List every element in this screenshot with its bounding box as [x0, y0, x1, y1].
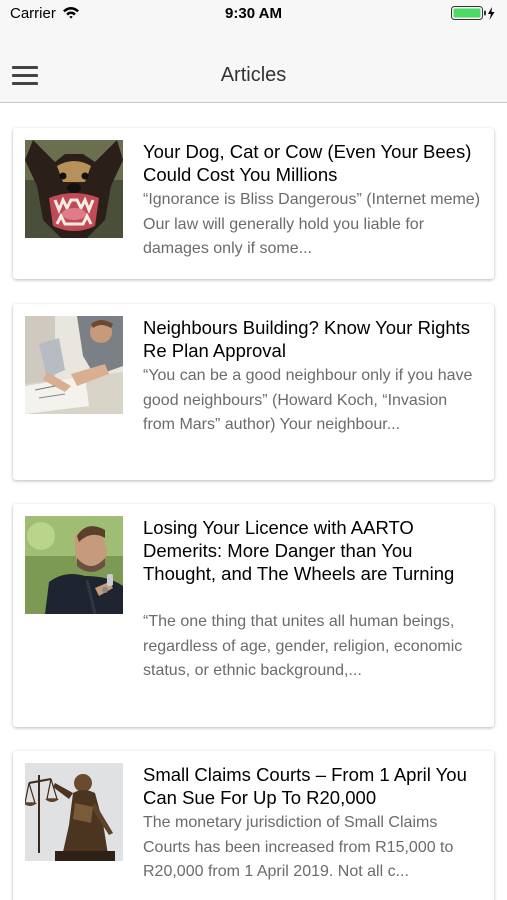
nav-bar: Articles: [0, 26, 507, 103]
article-excerpt: “You can be a good neighbour only if you…: [143, 367, 473, 433]
articles-list[interactable]: Your Dog, Cat or Cow (Even Your Bees) Co…: [0, 103, 507, 900]
article-thumbnail-man-holding-car-keys: [25, 516, 123, 614]
article-card[interactable]: Losing Your Licence with AARTO Demerits:…: [13, 504, 494, 727]
article-thumbnail-people-reviewing-plans: [25, 316, 123, 414]
article-title: Small Claims Courts – From 1 April You C…: [143, 764, 467, 808]
article-excerpt: The monetary jurisdiction of Small Claim…: [143, 814, 454, 880]
article-card[interactable]: Neighbours Building? Know Your Rights Re…: [13, 304, 494, 480]
article-title: Losing Your Licence with AARTO Demerits:…: [143, 517, 455, 584]
page-title: Articles: [220, 64, 287, 86]
status-bar: Carrier 9:30 AM: [0, 0, 507, 26]
article-card[interactable]: Small Claims Courts – From 1 April You C…: [13, 751, 494, 900]
battery-icon: [451, 6, 497, 26]
article-thumbnail-snarling-dog: [25, 140, 123, 238]
clock-time: 9:30 AM: [225, 5, 282, 22]
article-title: Neighbours Building? Know Your Rights Re…: [143, 317, 471, 361]
article-thumbnail-lady-justice-statue: [25, 763, 123, 861]
article-excerpt: “Ignorance is Bliss Dangerous” (Internet…: [143, 191, 481, 257]
article-card[interactable]: Your Dog, Cat or Cow (Even Your Bees) Co…: [13, 128, 494, 279]
article-excerpt: “The one thing that unites all human bei…: [143, 613, 463, 679]
article-title: Your Dog, Cat or Cow (Even Your Bees) Co…: [143, 141, 472, 185]
